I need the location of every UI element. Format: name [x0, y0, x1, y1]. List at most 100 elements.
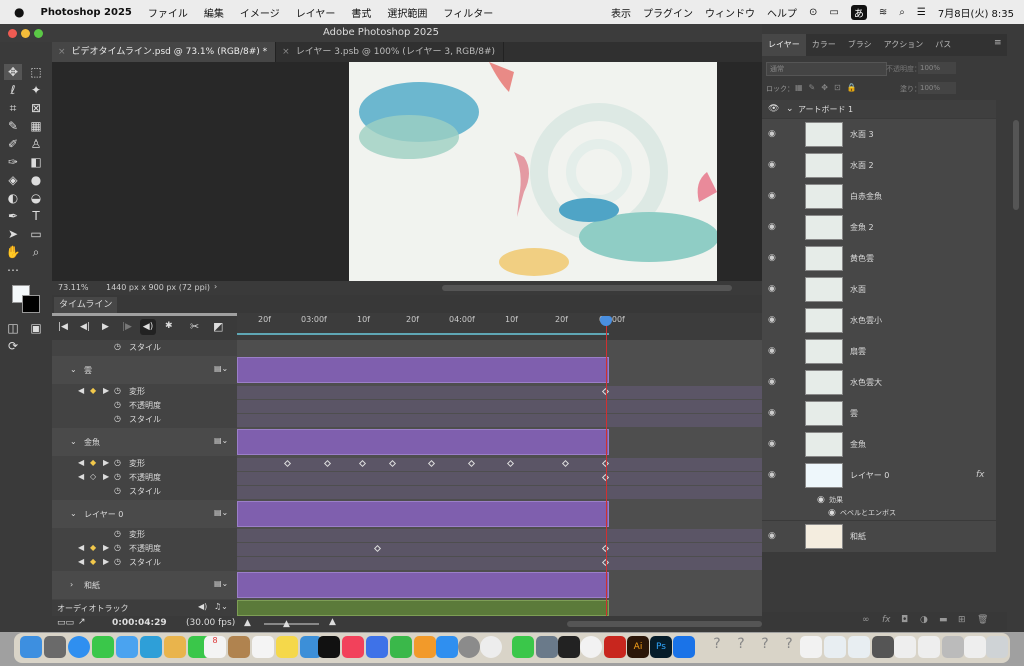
next-keyframe-icon[interactable]: ▶	[103, 543, 109, 552]
sync-icon[interactable]: ⟳	[4, 338, 22, 354]
tab-layers[interactable]: レイヤー	[762, 34, 806, 56]
pages-icon[interactable]	[414, 636, 436, 658]
timeline-scrollbar[interactable]	[567, 621, 762, 627]
timeline-group-washi[interactable]: › 和紙 ▤⌄	[52, 571, 237, 599]
adjustment-layer-icon[interactable]: ◑	[920, 615, 928, 625]
marquee-tool-icon[interactable]: ⬚	[27, 64, 45, 80]
next-keyframe-icon[interactable]: ▶	[103, 386, 109, 395]
frame-tool-icon[interactable]: ⊠	[27, 100, 45, 116]
eye-icon[interactable]: ◉	[768, 191, 776, 201]
add-keyframe-icon[interactable]: ◆	[90, 543, 96, 552]
zoom-level[interactable]: 73.11%	[58, 283, 89, 292]
contacts-icon[interactable]	[228, 636, 250, 658]
lasso-tool-icon[interactable]: ℓ	[4, 82, 22, 98]
stopwatch-icon[interactable]: ◷	[114, 529, 121, 538]
go-to-first-frame-icon[interactable]: |◀	[58, 322, 68, 332]
window-thumbnail-icon[interactable]	[964, 636, 986, 658]
numbers-icon[interactable]	[390, 636, 412, 658]
layer-row[interactable]: ◉ 水面	[762, 274, 996, 306]
new-layer-icon[interactable]: ⊞	[958, 615, 966, 625]
music-icon[interactable]	[342, 636, 364, 658]
safari-icon[interactable]	[68, 636, 90, 658]
type-tool-icon[interactable]: T	[27, 208, 45, 224]
layer-row[interactable]: ◉ 水色雲小	[762, 305, 996, 337]
menu-window[interactable]: ウィンドウ	[705, 5, 755, 20]
play-status-icon[interactable]: ⊙	[809, 7, 817, 18]
layer-row[interactable]: ◉ 水色雲大	[762, 367, 996, 399]
tab-color[interactable]: カラー	[806, 34, 842, 56]
settings-gear-icon[interactable]: ✱	[165, 321, 173, 331]
eye-icon[interactable]: ◉	[768, 408, 776, 418]
eye-icon[interactable]: 👁	[768, 104, 779, 114]
screen-mode-icon[interactable]: ▣	[27, 320, 45, 336]
layer-row[interactable]: ◉ 黄色雲	[762, 243, 996, 275]
chevron-right-icon[interactable]: ›	[70, 580, 73, 589]
unknown-app-icon[interactable]: ?	[778, 636, 800, 658]
horizontal-scrollbar[interactable]	[442, 285, 732, 291]
photos-icon[interactable]	[164, 636, 186, 658]
reminders-icon[interactable]	[252, 636, 274, 658]
doc-tab-video-timeline[interactable]: × ビデオタイムライン.psd @ 73.1% (RGB/8#) *	[52, 42, 277, 62]
timecode[interactable]: 0:00:04:29	[112, 618, 167, 628]
apple-tv-icon[interactable]	[318, 636, 340, 658]
layer-row[interactable]: ◉ 雲	[762, 398, 996, 430]
stopwatch-icon[interactable]: ◷	[114, 386, 121, 395]
tab-actions[interactable]: アクション	[878, 34, 930, 56]
more-tools-icon[interactable]: ⋯	[4, 262, 22, 278]
stopwatch-icon[interactable]: ◷	[114, 557, 121, 566]
wifi-icon[interactable]: ≋	[879, 7, 887, 18]
finder-icon[interactable]	[20, 636, 42, 658]
menu-layer[interactable]: レイヤー	[296, 5, 336, 20]
time-ruler[interactable]: 20f 03:00f 10f 20f 04:00f 10f 20f 05:00f	[237, 313, 762, 340]
pen-tool-icon[interactable]: ✒	[4, 208, 22, 224]
eye-icon[interactable]: ◉	[768, 129, 776, 139]
artboard-row[interactable]: 👁 ⌄ アートボード 1	[762, 100, 996, 118]
render-video-icon[interactable]: ↗	[78, 617, 86, 627]
unknown-app-icon[interactable]: ?	[706, 636, 728, 658]
window-thumbnail-icon[interactable]	[918, 636, 940, 658]
video-clip[interactable]	[237, 501, 609, 527]
prev-keyframe-icon[interactable]: ◀	[78, 458, 84, 467]
transition-icon[interactable]: ◩	[213, 320, 223, 333]
add-keyframe-icon[interactable]: ◆	[90, 458, 96, 467]
control-center-icon[interactable]: ☰	[917, 7, 926, 18]
menu-file[interactable]: ファイル	[148, 5, 188, 20]
previous-frame-icon[interactable]: ◀|	[80, 322, 90, 332]
clock-app-icon[interactable]	[480, 636, 502, 658]
opacity-field[interactable]: 100%	[918, 62, 956, 74]
clock[interactable]: 7月8日(火) 8:35	[938, 5, 1014, 20]
messages-icon[interactable]	[92, 636, 114, 658]
minimize-window-button[interactable]	[21, 29, 30, 38]
video-clip[interactable]	[237, 572, 609, 598]
mail-icon[interactable]	[116, 636, 138, 658]
menu-image[interactable]: イメージ	[240, 5, 280, 20]
chevron-right-icon[interactable]: ›	[214, 282, 217, 291]
eye-icon[interactable]: ◉	[768, 160, 776, 170]
audio-mute-icon[interactable]: ◀)	[140, 319, 156, 335]
add-keyframe-icon[interactable]: ◆	[90, 386, 96, 395]
audio-clip[interactable]	[237, 600, 609, 616]
delete-layer-icon[interactable]: 🗑	[977, 615, 988, 625]
layer-row[interactable]: ◉ 金魚 2	[762, 212, 996, 244]
play-icon[interactable]: ▶	[102, 322, 109, 332]
stamp-tool-icon[interactable]: ♙	[27, 136, 45, 152]
prev-keyframe-icon[interactable]: ◀	[78, 557, 84, 566]
stopwatch-icon[interactable]: ◷	[114, 486, 121, 495]
stopwatch-icon[interactable]: ◷	[114, 414, 121, 423]
film-strip-icon[interactable]: ▤⌄	[214, 436, 228, 445]
zoom-window-button[interactable]	[34, 29, 43, 38]
stopwatch-icon[interactable]: ◷	[114, 543, 121, 552]
timeline-audio-track[interactable]: オーディオトラック ◀) ♫⌄	[52, 600, 237, 616]
add-mask-icon[interactable]: ◘	[901, 615, 908, 625]
tab-brush[interactable]: ブラシ	[842, 34, 878, 56]
menu-plugins[interactable]: プラグイン	[643, 5, 693, 20]
timeline-tab[interactable]: タイムライン	[54, 297, 118, 313]
eye-icon[interactable]: ◉	[768, 531, 776, 541]
maps-icon[interactable]	[140, 636, 162, 658]
link-layers-icon[interactable]: ∞	[862, 615, 870, 625]
tab-paths[interactable]: パス	[929, 34, 957, 56]
zoom-in-timeline-icon[interactable]: ▲	[329, 617, 336, 627]
preview-icon[interactable]	[536, 636, 558, 658]
film-strip-icon[interactable]: ▤⌄	[214, 579, 228, 588]
magic-wand-icon[interactable]: ✦	[27, 82, 45, 98]
